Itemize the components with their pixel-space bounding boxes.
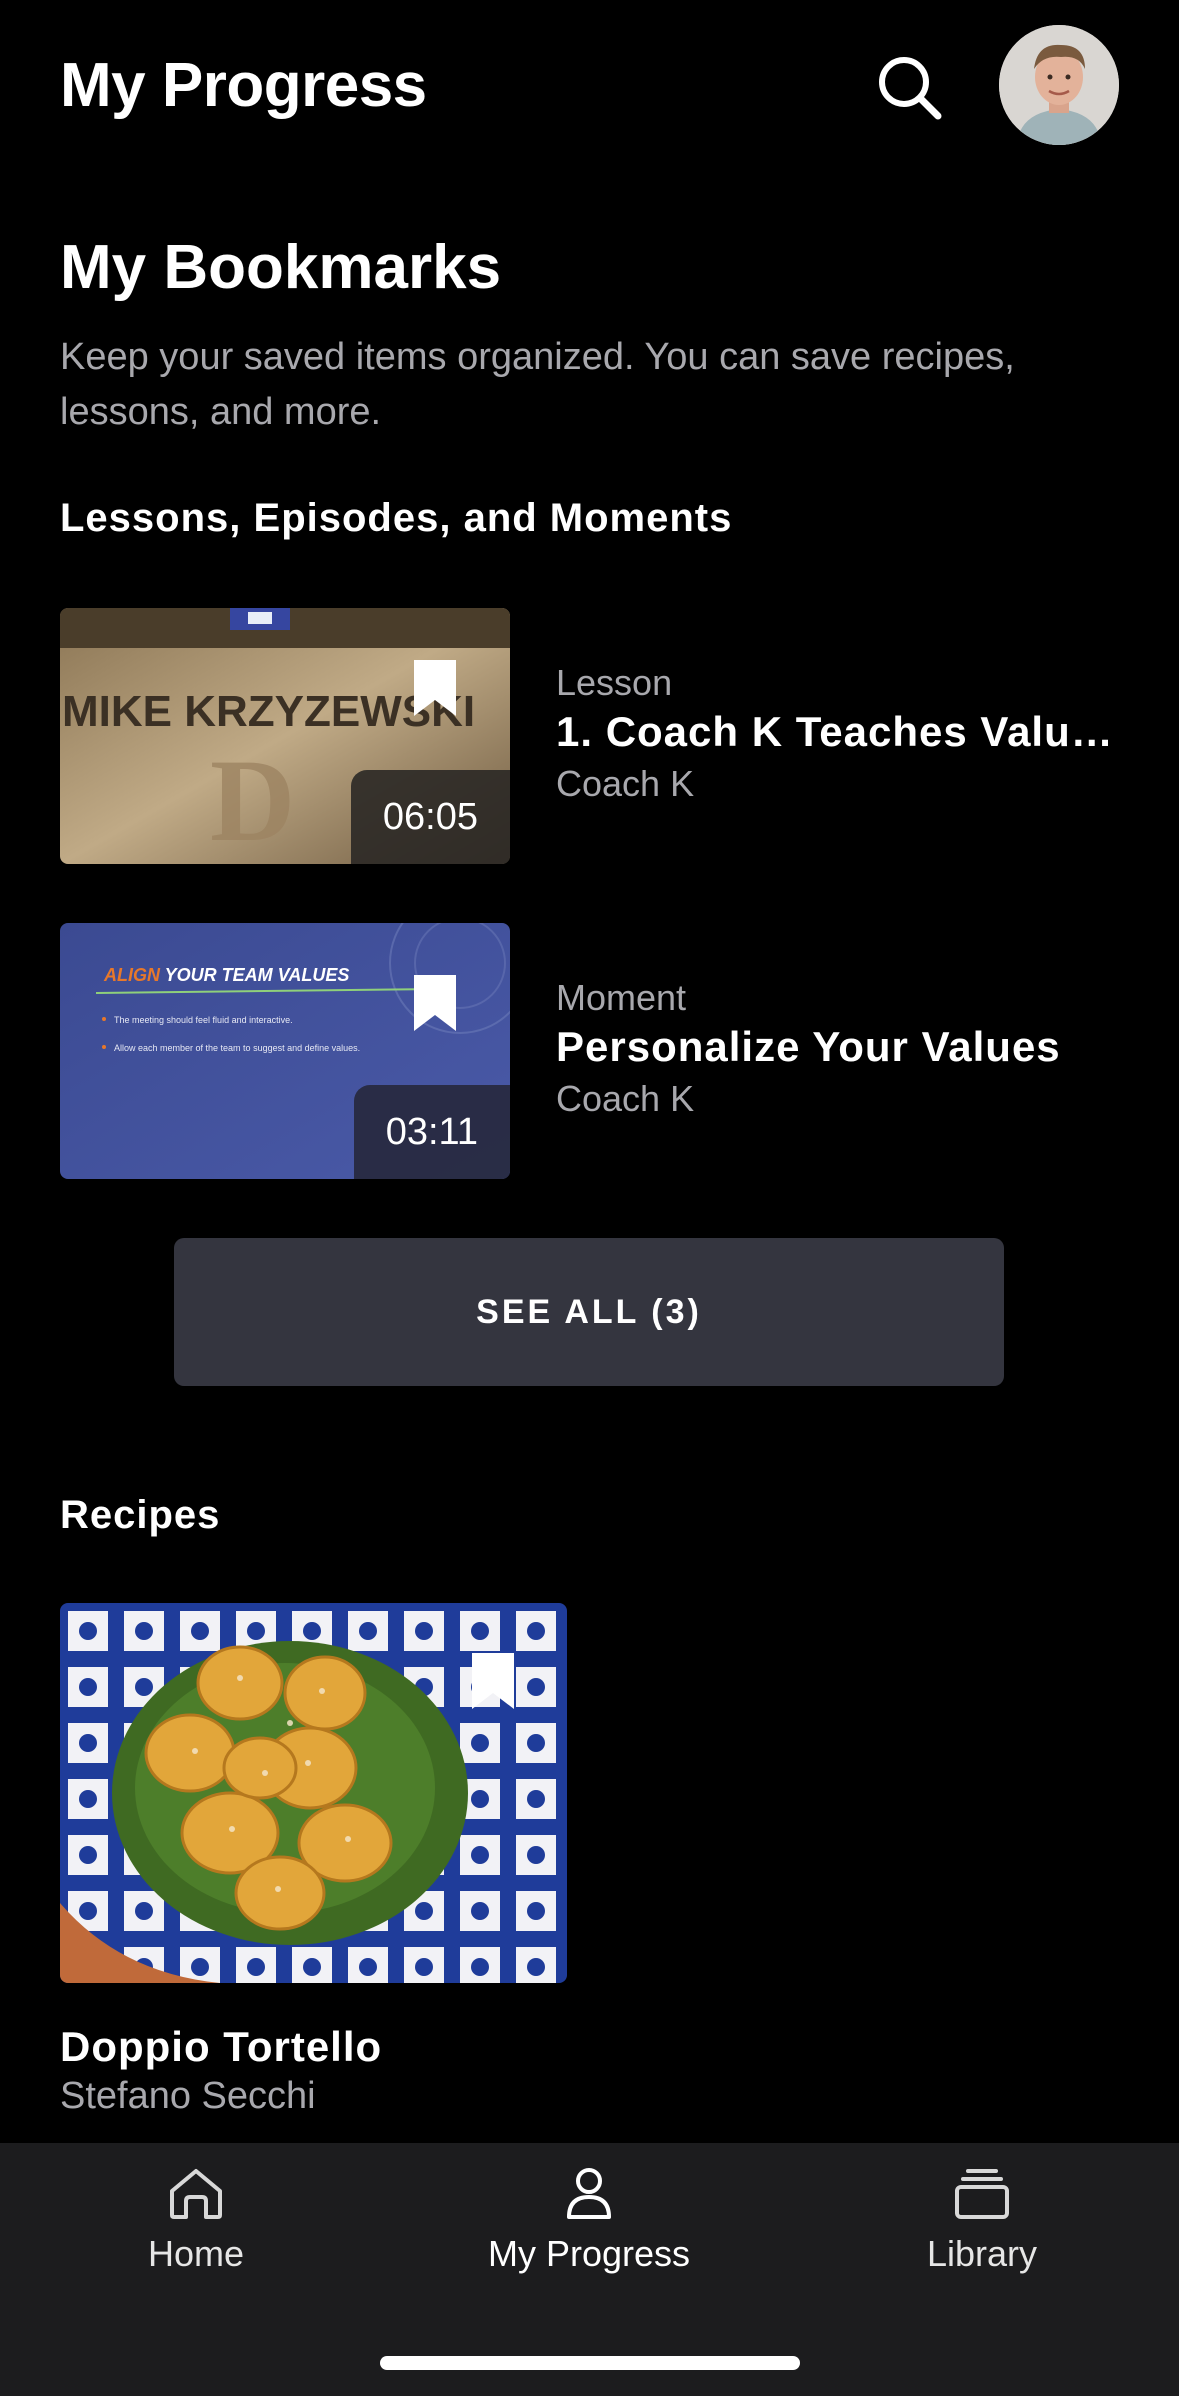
bookmarks-description: Keep your saved items organized. You can… bbox=[60, 336, 1015, 433]
item-title: Personalize Your Values bbox=[556, 1023, 1061, 1070]
recipe-card[interactable]: Doppio Tortello Stefano Secchi bbox=[60, 1603, 567, 2117]
item-type: Lesson bbox=[556, 662, 673, 703]
svg-text:ALIGN YOUR TEAM VALUES: ALIGN YOUR TEAM VALUES bbox=[103, 965, 349, 985]
moment-thumbnail: ALIGN YOUR TEAM VALUES The meeting shoul… bbox=[60, 923, 510, 1179]
recipe-author: Stefano Secchi bbox=[60, 2075, 316, 2117]
item-author: Coach K bbox=[556, 763, 695, 804]
see-all-button[interactable]: SEE ALL (3) bbox=[174, 1238, 1004, 1386]
recipe-image bbox=[60, 1603, 567, 1983]
item-author: Coach K bbox=[556, 1078, 695, 1119]
svg-text:The meeting should feel fluid: The meeting should feel fluid and intera… bbox=[114, 1015, 293, 1025]
home-icon bbox=[170, 2169, 222, 2219]
tab-home[interactable]: Home bbox=[46, 2163, 346, 2275]
bookmark-icon[interactable] bbox=[412, 658, 458, 718]
tab-library[interactable]: Library bbox=[832, 2163, 1132, 2275]
tab-label: My Progress bbox=[487, 2233, 691, 2274]
lessons-section-heading: Lessons, Episodes, and Moments bbox=[60, 496, 733, 540]
item-type: Moment bbox=[556, 977, 687, 1018]
person-icon bbox=[567, 2168, 611, 2219]
moment-info: Moment Personalize Your Values Coach K bbox=[556, 975, 1120, 1125]
lesson-card[interactable]: MIKE KRZYZEWSKI D 06:05 Lesson 1. Coach … bbox=[60, 608, 1120, 864]
bookmarks-title: My Bookmarks bbox=[60, 233, 502, 302]
lesson-thumbnail: MIKE KRZYZEWSKI D 06:05 bbox=[60, 608, 510, 864]
home-indicator bbox=[380, 2356, 800, 2370]
recipe-title: Doppio Tortello bbox=[60, 2023, 383, 2070]
svg-text:Allow each member of the team: Allow each member of the team to suggest… bbox=[114, 1043, 360, 1053]
bookmark-icon[interactable] bbox=[412, 973, 458, 1033]
duration-badge: 06:05 bbox=[350, 770, 510, 864]
search-icon[interactable] bbox=[872, 50, 948, 126]
item-title: 1. Coach K Teaches Valu… bbox=[556, 708, 1114, 755]
page-title: My Progress bbox=[60, 51, 427, 120]
svg-text:D: D bbox=[210, 735, 295, 864]
moment-card[interactable]: ALIGN YOUR TEAM VALUES The meeting shoul… bbox=[60, 923, 1120, 1179]
duration-badge: 03:11 bbox=[353, 1085, 510, 1179]
top-bar: My Progress bbox=[0, 0, 1179, 175]
recipes-section-heading: Recipes bbox=[60, 1493, 221, 1537]
tab-label: Library bbox=[926, 2233, 1038, 2274]
tab-my-progress[interactable]: My Progress bbox=[439, 2163, 739, 2275]
avatar[interactable] bbox=[999, 25, 1119, 145]
library-icon bbox=[955, 2169, 1009, 2219]
bookmark-icon[interactable] bbox=[470, 1651, 516, 1711]
lesson-info: Lesson 1. Coach K Teaches Valu… Coach K bbox=[556, 660, 1120, 810]
tab-label: Home bbox=[147, 2233, 245, 2274]
